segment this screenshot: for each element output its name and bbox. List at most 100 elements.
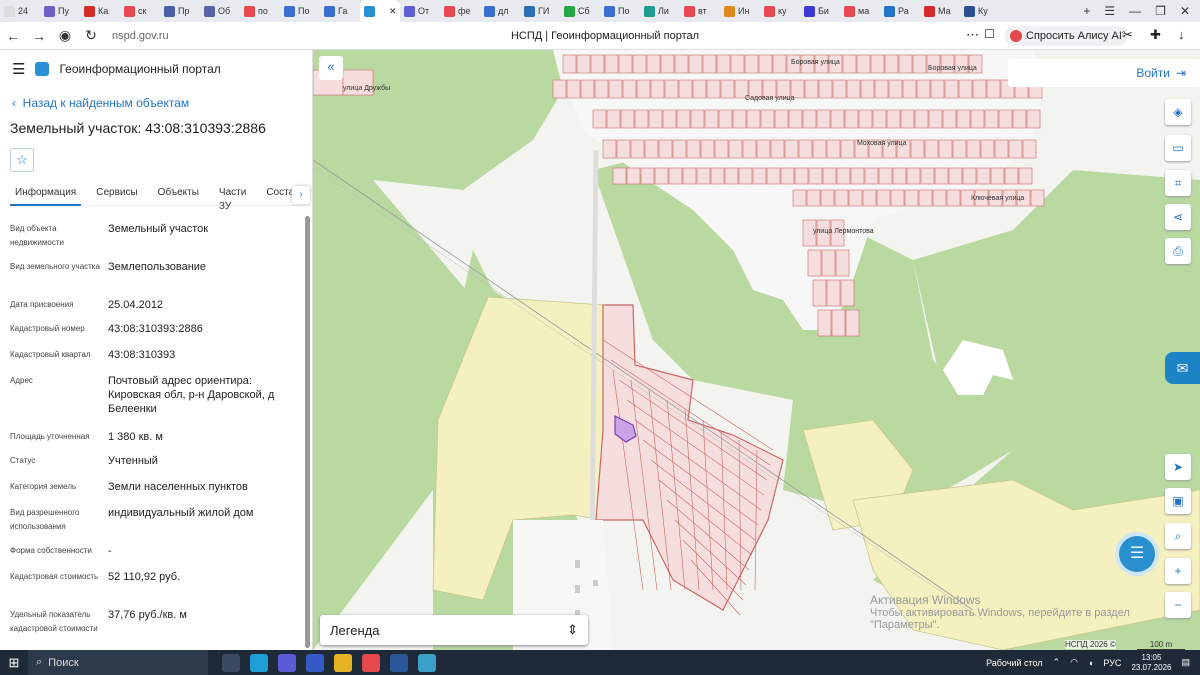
tabs-menu-icon[interactable]: ☰ bbox=[1104, 4, 1115, 18]
reload-button[interactable]: ↻ bbox=[78, 27, 104, 44]
browser-tab[interactable]: ск bbox=[120, 0, 160, 22]
browser-tab[interactable]: Пу bbox=[40, 0, 80, 22]
more-icon[interactable]: ⋯ bbox=[966, 27, 979, 43]
minimize-button[interactable]: — bbox=[1129, 4, 1141, 18]
tab-label: Ку bbox=[978, 6, 988, 16]
wifi-icon[interactable]: ◠ bbox=[1070, 657, 1078, 668]
notifications-icon[interactable]: ▤ bbox=[1181, 657, 1190, 668]
parcel-block bbox=[845, 309, 860, 337]
back-to-results-link[interactable]: ‹ Назад к найденным объектам bbox=[12, 96, 189, 110]
property-value: Учтенный bbox=[108, 455, 158, 467]
browser-tab[interactable]: Сб bbox=[560, 0, 600, 22]
chevron-up-icon[interactable]: ⌃ bbox=[1053, 657, 1061, 668]
start-windows-icon[interactable]: ⊞ bbox=[0, 655, 28, 671]
volume-icon[interactable]: ◖ bbox=[1088, 658, 1093, 668]
browser-tab[interactable]: дл bbox=[480, 0, 520, 22]
browser-tab[interactable]: Ли bbox=[640, 0, 680, 22]
panel-scrollbar[interactable] bbox=[305, 216, 310, 648]
parcel-block bbox=[752, 167, 767, 185]
favorite-star-icon[interactable]: ☆ bbox=[10, 148, 34, 172]
new-tab-button[interactable]: + bbox=[1083, 4, 1090, 18]
browser-tab[interactable]: Га bbox=[320, 0, 360, 22]
browser-tab[interactable]: Ка bbox=[80, 0, 120, 22]
property-value: Земельный участок bbox=[108, 223, 209, 235]
close-tab-icon[interactable]: ✕ bbox=[389, 6, 397, 17]
map-view[interactable]: улица Дружбы Боровая улица Боровая улица Са… bbox=[313, 50, 1200, 650]
tab-label: вт bbox=[698, 6, 707, 16]
browser-tab[interactable]: вт bbox=[680, 0, 720, 22]
browser-tab[interactable]: Об bbox=[200, 0, 240, 22]
browser-tab[interactable]: Пр bbox=[160, 0, 200, 22]
street-label: улица Лермонтова bbox=[813, 228, 874, 235]
extensions-icon[interactable]: ✂ bbox=[1122, 27, 1133, 43]
parcel-block bbox=[924, 139, 939, 159]
tab-favicon-icon bbox=[84, 5, 95, 17]
url-field[interactable]: nspd.gov.ru bbox=[112, 30, 442, 42]
minimap-icon[interactable]: ▣ bbox=[1165, 488, 1191, 514]
puzzle-icon[interactable]: ✚ bbox=[1150, 27, 1161, 43]
browser-tab[interactable]: по bbox=[240, 0, 280, 22]
close-window-button[interactable]: ✕ bbox=[1180, 4, 1190, 18]
task-view-icon[interactable] bbox=[222, 653, 240, 672]
search-location-icon[interactable]: ⌕ bbox=[1165, 523, 1191, 549]
taskbar-search[interactable]: ⌕ Поиск bbox=[28, 650, 208, 675]
chat-side-icon[interactable]: ✉ bbox=[1165, 352, 1200, 384]
parcel-block bbox=[906, 167, 921, 185]
parcel-block bbox=[836, 167, 851, 185]
share-icon[interactable]: ⋖ bbox=[1165, 204, 1191, 230]
browser-tab[interactable]: фе bbox=[440, 0, 480, 22]
parcel-block bbox=[682, 167, 697, 185]
shield-icon[interactable]: ◉ bbox=[52, 27, 78, 44]
browser-tab[interactable]: Ин bbox=[720, 0, 760, 22]
menu-icon[interactable]: ☰ bbox=[12, 60, 25, 78]
tab-1[interactable]: Сервисы bbox=[91, 186, 142, 206]
tab-2[interactable]: Объекты bbox=[153, 186, 204, 206]
collapse-panel-icon[interactable]: « bbox=[319, 56, 343, 80]
browser-tab[interactable]: Ку bbox=[960, 0, 1000, 22]
property-row: Дата присвоения 25.04.2012 bbox=[10, 298, 300, 312]
clock[interactable]: 13:05 23.07.2026 bbox=[1131, 653, 1171, 673]
map-canvas[interactable]: улица Дружбы Боровая улица Боровая улица Са… bbox=[313, 50, 1200, 650]
browser-tab[interactable]: Би bbox=[800, 0, 840, 22]
tab-favicon-icon bbox=[764, 5, 775, 17]
word-icon[interactable] bbox=[390, 653, 408, 672]
geolocation-icon[interactable]: ➤ bbox=[1165, 454, 1191, 480]
layers-icon[interactable]: ◈ bbox=[1165, 99, 1191, 125]
bookmark-icon[interactable]: ☐ bbox=[984, 27, 995, 41]
tab-0[interactable]: Информация bbox=[10, 186, 82, 206]
downloads-icon[interactable]: ↓ bbox=[1178, 27, 1185, 42]
file-explorer-icon[interactable] bbox=[334, 653, 352, 672]
browser-tab[interactable]: 24 bbox=[0, 0, 40, 22]
ask-alisa-button[interactable]: Спросить Алису AI bbox=[1004, 26, 1128, 46]
desktop-label[interactable]: Рабочий стол bbox=[986, 658, 1043, 668]
browser-tab[interactable]: Ма bbox=[920, 0, 960, 22]
print-icon[interactable]: ⎙ bbox=[1165, 238, 1191, 264]
browser-tab[interactable]: По bbox=[600, 0, 640, 22]
browser-tab[interactable]: От bbox=[400, 0, 440, 22]
tabs-next-arrow-icon[interactable]: › bbox=[292, 186, 310, 204]
app-cube-icon[interactable] bbox=[418, 653, 436, 672]
back-button[interactable]: ← bbox=[0, 28, 26, 44]
store-icon[interactable] bbox=[278, 653, 296, 672]
maximize-button[interactable]: ❐ bbox=[1155, 4, 1166, 18]
language-indicator[interactable]: РУС bbox=[1103, 658, 1121, 668]
login-button[interactable]: Войти ⇥ bbox=[1008, 59, 1200, 87]
tab-label: Би bbox=[818, 6, 829, 16]
zoom-in-button[interactable]: + bbox=[1165, 558, 1191, 584]
browser-tab[interactable]: По bbox=[280, 0, 320, 22]
chat-icon[interactable]: ☰ bbox=[1119, 536, 1155, 572]
ruler-icon[interactable]: ▭ bbox=[1165, 135, 1191, 161]
browser-tab[interactable]: ГИ bbox=[520, 0, 560, 22]
edge-icon[interactable] bbox=[250, 653, 268, 672]
yandex-browser-icon[interactable] bbox=[362, 653, 380, 672]
area-select-icon[interactable]: ⌗ bbox=[1165, 170, 1191, 196]
browser-tab[interactable]: ку bbox=[760, 0, 800, 22]
calendar-app-icon[interactable] bbox=[306, 653, 324, 672]
forward-button[interactable]: → bbox=[26, 28, 52, 44]
browser-tab[interactable]: ма bbox=[840, 0, 880, 22]
parcel-block bbox=[616, 139, 631, 159]
browser-tab[interactable]: ✕ bbox=[360, 0, 400, 22]
browser-tab[interactable]: Ра bbox=[880, 0, 920, 22]
legend-dropdown[interactable]: Легенда ⇕ bbox=[320, 615, 588, 645]
tab-3[interactable]: Части ЗУ bbox=[214, 186, 251, 212]
